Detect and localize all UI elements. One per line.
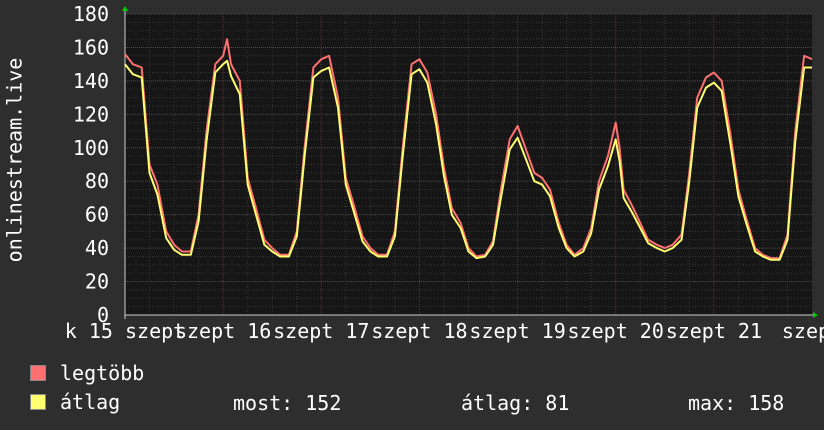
y-axis-label: onlinestream.live: [2, 57, 27, 263]
y-tick-label: 140: [73, 69, 109, 93]
x-tick-label: szept 21: [666, 319, 762, 343]
y-tick-label: 180: [73, 2, 109, 26]
legend-item-legtobb: legtöbb: [30, 361, 145, 385]
y-axis-label-wrapper: onlinestream.live: [0, 10, 28, 310]
legend-swatch-atlag: [30, 394, 46, 410]
x-tick-label: szept 18: [371, 319, 467, 343]
y-tick-label: 160: [73, 35, 109, 59]
chart-panel: 0 20 40 60 80 100 120 140 160 180 k 15 szept szept …: [0, 0, 824, 430]
legend-swatch-legtobb: [30, 365, 46, 381]
y-tick-label: 80: [85, 169, 109, 193]
y-tick-label: 40: [85, 236, 109, 260]
y-tick-label: 120: [73, 102, 109, 126]
y-axis-arrow: [122, 6, 128, 11]
stat-max: max: 158: [688, 391, 785, 415]
legend-label-legtobb: legtöbb: [60, 361, 145, 385]
x-tick-label: szept: [782, 319, 824, 343]
stat-average: átlag: 81: [461, 391, 570, 415]
legend-item-atlag: átlag: [30, 390, 121, 414]
x-tick-label: szept 17: [273, 319, 369, 343]
y-tick-label: 100: [73, 136, 109, 160]
y-tick-label: 60: [85, 203, 109, 227]
legend-label-atlag: átlag: [60, 390, 121, 414]
y-tick-label: 20: [85, 270, 109, 294]
x-tick-label: szept 16: [175, 319, 271, 343]
x-tick-label: szept 20: [568, 319, 664, 343]
stat-current: most: 152: [233, 391, 342, 415]
x-tick-label: szept 19: [469, 319, 565, 343]
x-axis-arrow: [813, 312, 818, 318]
x-tick-label: k 15 szept: [65, 319, 185, 343]
